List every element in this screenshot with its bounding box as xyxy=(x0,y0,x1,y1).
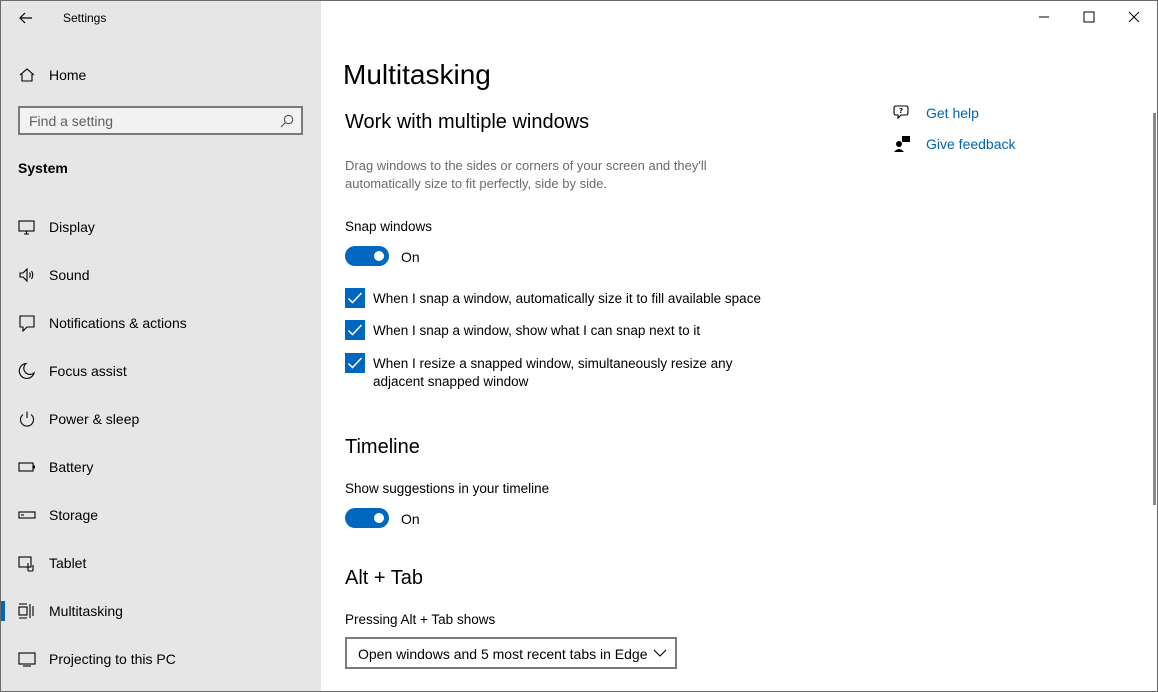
snap-windows-toggle[interactable] xyxy=(345,246,389,266)
checkbox-label: When I snap a window, automatically size… xyxy=(373,291,761,306)
sidebar-item-label: Tablet xyxy=(49,555,87,571)
get-help-label: Get help xyxy=(926,105,979,121)
sidebar-item-label: Battery xyxy=(49,459,94,475)
chevron-down-icon xyxy=(653,649,667,657)
sidebar-item-tablet[interactable]: Tablet xyxy=(1,545,321,581)
sidebar-item-display[interactable]: Display xyxy=(1,209,321,245)
moon-icon xyxy=(18,362,36,379)
timeline-suggestions-toggle[interactable] xyxy=(345,508,389,528)
checkbox[interactable] xyxy=(345,353,365,373)
sidebar-item-label: Display xyxy=(49,219,95,235)
power-icon xyxy=(19,411,35,427)
sidebar-item-label: Power & sleep xyxy=(49,411,140,427)
alttab-dropdown[interactable]: Open windows and 5 most recent tabs in E… xyxy=(345,637,677,669)
display-icon xyxy=(18,220,35,235)
sidebar-item-label: Projecting to this PC xyxy=(49,651,176,667)
home-icon xyxy=(19,68,35,82)
snap-windows-state: On xyxy=(401,249,420,265)
sidebar-item-battery[interactable]: Battery xyxy=(1,449,321,485)
back-button[interactable] xyxy=(11,5,41,31)
sidebar-item-storage[interactable]: Storage xyxy=(1,497,321,533)
timeline-heading: Timeline xyxy=(345,436,420,458)
back-arrow-icon xyxy=(19,12,32,24)
checkmark-icon xyxy=(347,292,363,304)
sidebar-item-sound[interactable]: Sound xyxy=(1,257,321,293)
scrollbar[interactable] xyxy=(1153,113,1156,505)
section-label: System xyxy=(18,160,68,176)
main-content: Multitasking Work with multiple windows … xyxy=(321,1,1157,691)
sidebar-item-label: Multitasking xyxy=(49,603,123,619)
speaker-icon xyxy=(19,267,34,283)
alttab-heading: Alt + Tab xyxy=(345,567,424,589)
checkbox-label: When I resize a snapped window, simultan… xyxy=(373,356,733,389)
alttab-label: Pressing Alt + Tab shows xyxy=(345,612,496,627)
checkbox[interactable] xyxy=(345,320,365,340)
sidebar-item-label: Sound xyxy=(49,267,90,283)
toggle-knob xyxy=(374,251,384,261)
snap-windows-label: Snap windows xyxy=(345,219,433,234)
sidebar-item-power-sleep[interactable]: Power & sleep xyxy=(1,401,321,437)
dropdown-value: Open windows and 5 most recent tabs in E… xyxy=(358,646,648,662)
search-box[interactable] xyxy=(18,106,303,135)
timeline-suggestions-label: Show suggestions in your timeline xyxy=(345,481,550,496)
search-input[interactable] xyxy=(29,112,269,130)
checkbox[interactable] xyxy=(345,288,365,308)
sidebar-item-label: Storage xyxy=(49,507,99,523)
help-chat-icon: ? xyxy=(893,105,909,120)
sidebar-item-label: Notifications & actions xyxy=(49,315,187,331)
snap-heading: Work with multiple windows xyxy=(345,111,590,133)
tablet-icon xyxy=(18,556,34,572)
battery-icon xyxy=(18,462,35,472)
snap-description: Drag windows to the sides or corners of … xyxy=(345,158,707,191)
sidebar-item-multitasking[interactable]: Multitasking xyxy=(1,593,321,629)
projecting-icon xyxy=(18,652,36,667)
give-feedback-label: Give feedback xyxy=(926,136,1016,152)
settings-window: Settings Home System Display Sound Notif… xyxy=(0,0,1158,692)
notifications-icon xyxy=(19,315,35,332)
sidebar-item-home[interactable]: Home xyxy=(1,61,321,89)
timeline-suggestions-state: On xyxy=(401,511,420,527)
sidebar-item-notifications[interactable]: Notifications & actions xyxy=(1,305,321,341)
toggle-knob xyxy=(374,513,384,523)
checkmark-icon xyxy=(347,324,363,336)
sidebar-item-focus-assist[interactable]: Focus assist xyxy=(1,353,321,389)
sidebar-item-label: Focus assist xyxy=(49,363,127,379)
feedback-icon xyxy=(894,136,910,152)
storage-icon xyxy=(18,511,36,519)
multitasking-icon xyxy=(18,603,34,619)
svg-text:?: ? xyxy=(899,107,903,115)
page-title: Multitasking xyxy=(343,59,491,90)
checkbox-label: When I snap a window, show what I can sn… xyxy=(373,323,701,338)
checkmark-icon xyxy=(347,357,363,369)
app-title: Settings xyxy=(63,11,107,25)
sidebar-item-projecting[interactable]: Projecting to this PC xyxy=(1,641,321,677)
sidebar: Settings Home System Display Sound Notif… xyxy=(1,1,321,691)
sidebar-item-label: Home xyxy=(49,67,87,83)
search-icon[interactable] xyxy=(280,114,294,128)
